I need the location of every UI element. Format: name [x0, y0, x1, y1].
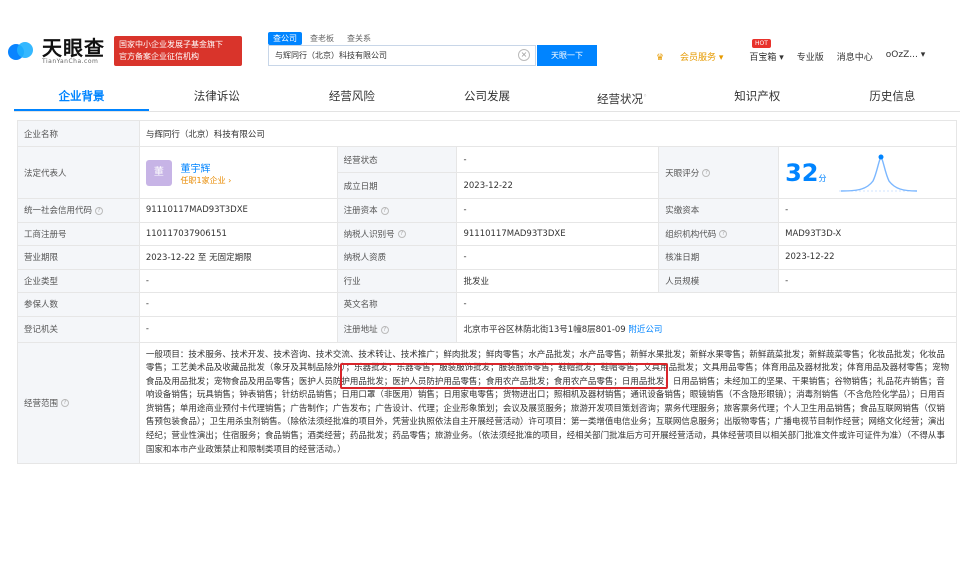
search-button[interactable]: 天眼一下	[537, 45, 597, 66]
staff-size: -	[778, 268, 957, 293]
credit-code: 91110117MAD93T3DXE	[138, 198, 338, 223]
english-name: -	[456, 292, 957, 317]
tax-qual-label: 纳税人资质	[336, 245, 458, 270]
company-name-label: 企业名称	[17, 120, 140, 147]
logo-subtitle: TianYanCha.com	[42, 58, 99, 65]
top-header: 天眼查 TianYanCha.com 国家中小企业发展子基金旗下 官方备案企业征…	[0, 0, 974, 82]
nearby-companies-link[interactable]: 附近公司	[628, 325, 662, 335]
help-icon[interactable]: ?	[61, 399, 70, 408]
paid-capital-label: 实缴资本	[658, 198, 780, 223]
official-badge[interactable]: 国家中小企业发展子基金旗下 官方备案企业征信机构	[114, 36, 242, 66]
legal-rep-positions[interactable]: 任职1家企业 ›	[181, 175, 232, 186]
logo-title: 天眼查	[42, 36, 105, 60]
toolbox-menu[interactable]: 百宝箱 ▾	[749, 50, 783, 63]
header-nav: ♛ 会员服务 ▾ 百宝箱 ▾ 专业版 消息中心 oOzZ... ▾	[656, 50, 938, 63]
registered-address: 北京市平谷区林荫北街13号1幢8层801-09	[463, 325, 626, 335]
avatar: 董	[145, 159, 172, 186]
score-cell: 32分	[778, 146, 957, 199]
insured-label: 参保人数	[17, 292, 140, 317]
credit-code-label: 统一社会信用代码?	[17, 198, 140, 223]
tianyan-score[interactable]: 32分	[785, 159, 826, 187]
help-icon[interactable]: ?	[380, 206, 389, 215]
term-label: 营业期限	[17, 245, 140, 270]
legal-rep-name[interactable]: 董宇辉	[181, 160, 232, 175]
capital-label: 注册资本?	[336, 198, 458, 223]
capital-value: -	[456, 198, 660, 223]
staff-size-label: 人员规模	[658, 268, 780, 293]
business-scope: 一般项目：技术服务、技术开发、技术咨询、技术交流、技术转让、技术推广；鲜肉批发；…	[138, 341, 958, 465]
status-value: -	[456, 146, 660, 173]
tax-id-label: 纳税人识别号?	[336, 221, 458, 246]
term-value: 2023-12-22 至 无固定期限	[138, 245, 338, 270]
help-icon[interactable]: ?	[380, 325, 389, 334]
help-icon[interactable]: ?	[397, 230, 406, 239]
company-type-label: 企业类型	[17, 268, 140, 293]
search-tab-company[interactable]: 查公司	[268, 32, 302, 45]
info-icon: ◦	[643, 92, 648, 100]
site-logo[interactable]: 天眼查 TianYanCha.com	[8, 38, 105, 66]
industry-label: 行业	[336, 268, 458, 293]
reg-no: 110117037906151	[138, 221, 338, 246]
address-label: 注册地址?	[336, 315, 458, 343]
help-icon[interactable]: ?	[719, 230, 728, 239]
address-cell: 北京市平谷区林荫北街13号1幢8层801-09 附近公司	[456, 315, 957, 343]
tax-id: 91110117MAD93T3DXE	[456, 221, 660, 246]
search-tab-relation[interactable]: 查关系	[342, 32, 376, 45]
tab-development[interactable]: 公司发展	[419, 82, 554, 111]
tab-background[interactable]: 企业背景	[14, 82, 150, 111]
org-code-label: 组织机构代码?	[658, 221, 780, 246]
search-tab-boss[interactable]: 查老板	[305, 32, 339, 45]
industry-value: 批发业	[456, 268, 660, 293]
legal-rep-label: 法定代表人	[17, 146, 140, 199]
crown-icon: ♛	[656, 53, 665, 63]
company-type: -	[138, 268, 338, 293]
status-label: 经营状态	[336, 146, 458, 173]
address-highlight-box	[340, 363, 668, 389]
approve-date: 2023-12-22	[778, 245, 957, 270]
legal-rep-cell: 董 董宇辉 任职1家企业 ›	[138, 146, 338, 199]
english-name-label: 英文名称	[336, 292, 458, 317]
section-tabs: 企业背景 法律诉讼 经营风险 公司发展 经营状况◦ 知识产权 历史信息	[14, 82, 960, 112]
help-icon[interactable]: ?	[95, 206, 104, 215]
pro-version-link[interactable]: 专业版	[797, 50, 824, 63]
logo-mark-icon	[8, 40, 38, 64]
authority-value: -	[138, 315, 338, 343]
approve-date-label: 核准日期	[658, 245, 780, 270]
tax-qual-value: -	[456, 245, 660, 270]
message-center-link[interactable]: 消息中心	[837, 50, 873, 63]
company-name: 与辉同行（北京）科技有限公司	[138, 120, 958, 147]
search-tabs: 查公司 查老板 查关系	[268, 32, 379, 45]
found-date: 2023-12-22	[456, 172, 660, 199]
insured-value: -	[138, 292, 338, 317]
authority-label: 登记机关	[17, 315, 140, 343]
tab-ip[interactable]: 知识产权	[690, 82, 825, 111]
tab-risk[interactable]: 经营风险	[284, 82, 419, 111]
found-date-label: 成立日期	[336, 172, 458, 199]
score-distribution-icon	[839, 154, 920, 192]
search-input[interactable]: 与辉同行（北京）科技有限公司	[268, 45, 536, 66]
company-info-table: 企业名称 与辉同行（北京）科技有限公司 法定代表人 董 董宇辉 任职1家企业 ›…	[17, 120, 958, 465]
scope-label: 经营范围?	[17, 341, 140, 465]
paid-capital-value: -	[778, 198, 957, 223]
reg-no-label: 工商注册号	[17, 221, 140, 246]
help-icon[interactable]: ?	[702, 169, 711, 177]
org-code: MAD93T3D-X	[778, 221, 957, 246]
tab-lawsuits[interactable]: 法律诉讼	[149, 82, 284, 111]
clear-icon[interactable]: ×	[518, 49, 530, 61]
hot-badge: HOT	[752, 39, 771, 48]
tab-history[interactable]: 历史信息	[825, 82, 960, 111]
tab-operations[interactable]: 经营状况◦	[555, 82, 690, 111]
vip-service-menu[interactable]: ♛ 会员服务 ▾	[656, 50, 736, 63]
user-menu[interactable]: oOzZ... ▾	[886, 50, 925, 63]
score-label-cell: 天眼评分?	[658, 146, 780, 199]
